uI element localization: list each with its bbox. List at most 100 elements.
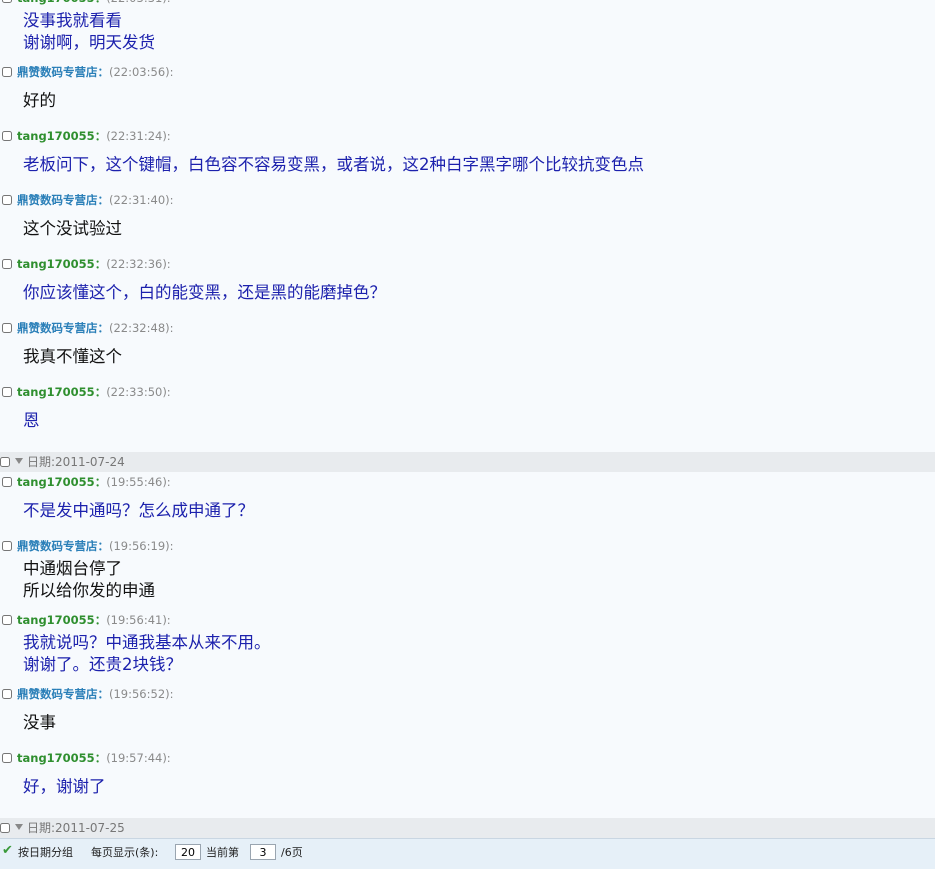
message-checkbox[interactable] [2,131,12,141]
message-checkbox[interactable] [2,195,12,205]
message-line: 恩 [23,411,40,430]
message-header: tang170055：(19:57:44): [0,748,935,770]
chat-message: 鼎赞数码专营店：(19:56:19): 中通烟台停了 所以给你发的申通 [0,536,935,610]
chat-message: 鼎赞数码专营店：(22:03:56): 好的 [0,62,935,126]
sender-separator: ： [97,321,110,335]
message-body: 你应该懂这个，白的能变黑，还是黑的能磨掉色？ [0,276,935,304]
date-group-checkbox[interactable] [0,457,10,467]
message-line: 不是发中通吗？怎么成申通了？ [23,501,254,520]
group-by-date-label[interactable]: 按日期分组 [18,846,73,860]
message-time: (22:31:24): [106,129,171,143]
message-time: (19:57:44): [106,751,171,765]
sender-separator: ： [95,0,107,5]
message-checkbox[interactable] [2,541,12,551]
sender-name: tang170055 [17,129,95,143]
message-header: 鼎赞数码专营店：(22:31:40): [0,190,935,212]
message-body: 没事 [0,706,935,734]
message-body: 恩 [0,404,935,432]
message-header: tang170055：(22:31:24): [0,126,935,148]
message-meta: 鼎赞数码专营店：(22:32:48): [17,321,174,335]
message-checkbox[interactable] [2,753,12,763]
message-checkbox[interactable] [2,477,12,487]
date-group-header[interactable]: 日期:2011-07-24 [0,452,935,472]
date-group-checkbox[interactable] [0,823,10,833]
checkmark-icon[interactable]: ✔ [2,844,13,858]
message-header: 鼎赞数码专营店：(22:03:56): [0,62,935,84]
chat-message: tang170055：(22:33:50): 恩 [0,382,935,446]
message-body: 我真不懂这个 [0,340,935,368]
chat-message: tang170055：(19:57:44): 好，谢谢了 [0,748,935,812]
message-header: tang170055：(19:55:46): [0,472,935,494]
message-body: 这个没试验过 [0,212,935,240]
message-meta: tang170055：(19:57:44): [17,751,171,765]
message-body: 不是发中通吗？怎么成申通了？ [0,494,935,522]
date-group-header[interactable]: 日期:2011-07-25 [0,818,935,838]
message-time: (22:32:48): [109,321,174,335]
message-meta: tang170055：(22:03:31): [17,0,171,5]
collapse-triangle-icon[interactable] [15,458,23,464]
message-meta: tang170055：(22:32:36): [17,257,171,271]
message-line: 谢谢了。还贵2块钱？ [23,655,182,674]
message-checkbox[interactable] [2,689,12,699]
sender-name: 鼎赞数码专营店 [17,65,98,79]
message-line: 这个没试验过 [23,219,122,238]
message-body: 好的 [0,84,935,112]
message-checkbox[interactable] [2,615,12,625]
sender-separator: ： [97,65,110,79]
per-page-label: 每页显示(条): [91,846,159,859]
message-line: 我就说吗？中通我基本从来不用。 [23,633,271,652]
message-time: (22:03:56): [109,65,174,79]
message-body: 中通烟台停了所以给你发的申通 [0,558,935,602]
sender-name: tang170055 [17,0,95,5]
date-label: 日期:2011-07-25 [27,821,125,835]
message-checkbox[interactable] [2,67,12,77]
message-meta: tang170055：(22:31:24): [17,129,171,143]
message-time: (19:56:52): [109,687,174,701]
message-line: 没事我就看看 [23,11,122,30]
per-page-input[interactable] [175,844,201,860]
message-header: 鼎赞数码专营店：(19:56:52): [0,684,935,706]
message-checkbox[interactable] [2,323,12,333]
message-line: 中通烟台停了 [23,559,122,578]
message-header: tang170055：(22:32:36): [0,254,935,276]
message-line: 所以给你发的申通 [23,581,155,600]
sender-name: tang170055 [17,257,95,271]
message-checkbox[interactable] [2,387,12,397]
chat-message: tang170055：(19:55:46): 不是发中通吗？怎么成申通了？ [0,472,935,536]
sender-separator: ： [97,539,110,553]
chat-message: tang170055：(19:56:41): 我就说吗？中通我基本从来不用。 谢谢了… [0,610,935,684]
chat-message: tang170055：(22:32:36): 你应该懂这个，白的能变黑，还是黑的能… [0,254,935,318]
message-time: (22:33:50): [106,385,171,399]
message-time: (19:56:19): [109,539,174,553]
message-meta: 鼎赞数码专营店：(19:56:52): [17,687,174,701]
sender-name: 鼎赞数码专营店 [17,539,98,553]
chat-log: tang170055：(22:03:31):没事我就看看谢谢啊，明天发货鼎赞数码… [0,0,935,838]
total-pages-label: /6页 [281,846,303,859]
message-header: 鼎赞数码专营店：(22:32:48): [0,318,935,340]
sender-separator: ： [94,257,107,271]
message-line: 好，谢谢了 [23,777,106,796]
message-meta: 鼎赞数码专营店：(22:03:56): [17,65,174,79]
message-line: 好的 [23,91,56,110]
sender-name: tang170055 [17,385,95,399]
sender-separator: ： [94,475,107,489]
sender-name: 鼎赞数码专营店 [17,687,98,701]
message-line: 你应该懂这个，白的能变黑，还是黑的能磨掉色？ [23,283,386,302]
sender-separator: ： [94,613,107,627]
message-line: 老板问下，这个键帽，白色容不容易变黑，或者说，这2种白字黑字哪个比较抗变色点 [23,155,644,174]
chat-message: 鼎赞数码专营店：(22:32:48): 我真不懂这个 [0,318,935,382]
sender-name: tang170055 [17,613,95,627]
message-checkbox[interactable] [2,259,12,269]
message-body: 好，谢谢了 [0,770,935,798]
collapse-triangle-icon[interactable] [15,824,23,830]
message-time: (19:56:41): [106,613,171,627]
current-page-input[interactable] [250,844,276,860]
history-toolbar: ✔ 按日期分组 每页显示(条): 当前第 /6页 [0,838,935,869]
message-header: tang170055：(19:56:41): [0,610,935,632]
date-label: 日期:2011-07-24 [27,455,125,469]
sender-separator: ： [97,193,110,207]
message-checkbox[interactable] [2,0,12,3]
chat-message: tang170055：(22:03:31): 没事我就看看谢谢啊，明天发货 [0,0,935,62]
message-header: 鼎赞数码专营店：(19:56:19): [0,536,935,558]
chat-message: 鼎赞数码专营店：(22:31:40): 这个没试验过 [0,190,935,254]
